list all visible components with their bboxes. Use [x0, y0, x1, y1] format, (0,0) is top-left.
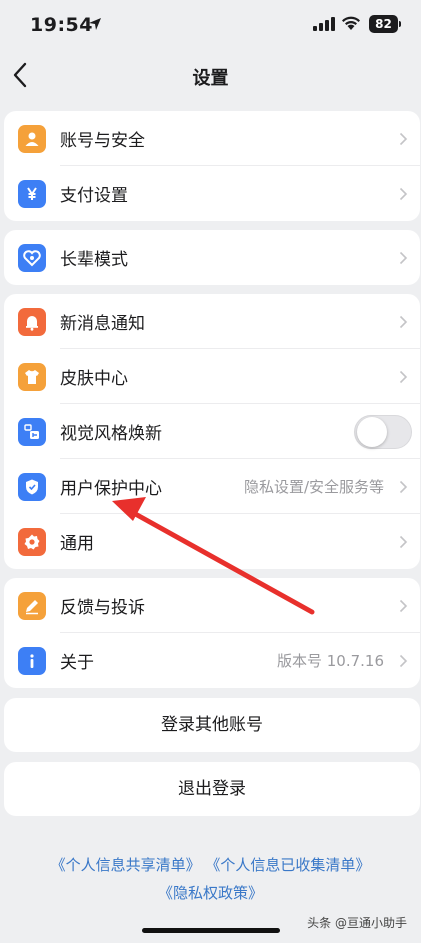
person-icon — [18, 124, 46, 153]
shield-icon — [18, 472, 46, 501]
location-arrow-icon — [89, 18, 101, 30]
pencil-icon — [18, 591, 46, 620]
settings-item-label: 新消息通知 — [60, 314, 145, 334]
visual-style-toggle[interactable] — [354, 414, 412, 449]
settings-item-label: 支付设置 — [60, 186, 128, 206]
settings-item-label: 通用 — [60, 534, 94, 554]
settings-item-label: 皮肤中心 — [60, 369, 128, 389]
chevron-right-icon — [399, 251, 408, 264]
settings-group-general: 新消息通知 皮肤中心 视觉风格焕新 用户保护中心 隐私设置/安全服务等 通用 — [4, 294, 420, 569]
chevron-right-icon — [399, 480, 408, 493]
gear-icon — [18, 527, 46, 556]
settings-item-label: 反馈与投诉 — [60, 598, 145, 618]
settings-item-value: 版本号 10.7.16 — [276, 652, 384, 670]
privacy-link-row: 《隐私权政策》 — [0, 882, 421, 903]
shirt-icon — [18, 362, 46, 391]
info-icon — [18, 646, 46, 675]
chevron-right-icon — [399, 599, 408, 612]
chevron-right-icon — [399, 370, 408, 383]
settings-item-feedback[interactable]: 反馈与投诉 — [4, 578, 420, 633]
chevron-right-icon — [399, 132, 408, 145]
settings-group-elder: 长辈模式 — [4, 230, 420, 285]
chevron-right-icon — [399, 654, 408, 667]
privacy-policy-link[interactable]: 《隐私权政策》 — [158, 884, 263, 902]
settings-item-about[interactable]: 关于 版本号 10.7.16 — [4, 633, 420, 688]
collected-info-list-link[interactable]: 《个人信息已收集清单》 — [205, 856, 370, 874]
chevron-right-icon — [399, 535, 408, 548]
settings-item-payment[interactable]: 支付设置 — [4, 166, 420, 221]
settings-item-skin-center[interactable]: 皮肤中心 — [4, 349, 420, 404]
login-other-account-button[interactable]: 登录其他账号 — [4, 698, 420, 752]
battery-tip — [399, 21, 401, 27]
legal-links-row: 《个人信息共享清单》 《个人信息已收集清单》 — [0, 854, 421, 875]
status-time: 19:54 — [30, 14, 93, 36]
chevron-right-icon — [399, 187, 408, 200]
cellular-signal-icon — [313, 17, 335, 31]
page-title: 设置 — [192, 68, 229, 89]
settings-item-label: 长辈模式 — [60, 250, 128, 270]
watermark-text: 头条 @亘通小助手 — [307, 916, 407, 930]
shared-info-list-link[interactable]: 《个人信息共享清单》 — [51, 856, 201, 874]
yen-icon — [18, 179, 46, 208]
chevron-right-icon — [399, 315, 408, 328]
settings-item-notifications[interactable]: 新消息通知 — [4, 294, 420, 349]
settings-item-label: 关于 — [60, 653, 94, 673]
settings-item-visual-style[interactable]: 视觉风格焕新 — [4, 404, 420, 459]
settings-item-label: 账号与安全 — [60, 131, 145, 151]
settings-group-about: 反馈与投诉 关于 版本号 10.7.16 — [4, 578, 420, 688]
settings-item-label: 用户保护中心 — [60, 479, 162, 499]
bell-icon — [18, 307, 46, 336]
toggle-knob — [357, 416, 387, 447]
settings-item-general[interactable]: 通用 — [4, 514, 420, 569]
wifi-icon — [342, 16, 360, 30]
settings-group-account: 账号与安全 支付设置 — [4, 111, 420, 221]
battery-indicator: 82 — [369, 15, 398, 33]
refresh-style-icon — [18, 417, 46, 446]
settings-item-label: 视觉风格焕新 — [60, 424, 162, 444]
settings-item-user-protection[interactable]: 用户保护中心 隐私设置/安全服务等 — [4, 459, 420, 514]
heart-icon — [18, 243, 46, 272]
home-indicator — [142, 928, 280, 933]
logout-button[interactable]: 退出登录 — [4, 762, 420, 816]
navigation-bar: 设置 — [0, 52, 421, 98]
settings-item-value: 隐私设置/安全服务等 — [243, 478, 384, 496]
settings-item-elder-mode[interactable]: 长辈模式 — [4, 230, 420, 285]
status-bar: 19:54 82 — [0, 0, 421, 50]
settings-item-account-security[interactable]: 账号与安全 — [4, 111, 420, 166]
